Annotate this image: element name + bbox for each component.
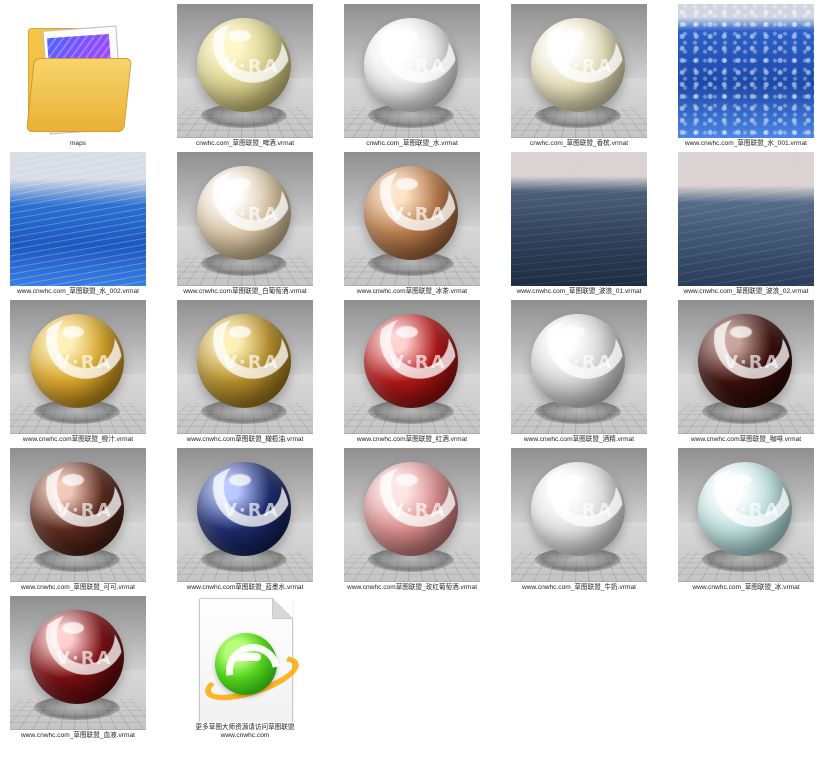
file-item-cocoa-vrmat[interactable]: V·RA www.cnwhc.com_草图联盟_可可.vrmat — [4, 444, 152, 592]
file-name: www.cnwhc.com草图联盟_橙汁.vrmat — [22, 436, 134, 443]
wave-thumbnail — [678, 152, 814, 286]
vray-logo-icon: V·RA — [390, 352, 447, 373]
file-name: www.cnwhc.com草图联盟_蓝墨水.vrmat — [186, 584, 304, 591]
vray-logo-icon: V·RA — [56, 352, 113, 373]
vray-logo-icon: V·RA — [390, 56, 447, 77]
file-name: www.cnwhc.com草图联盟_白葡萄酒.vrmat — [183, 288, 307, 295]
folder-thumbnail — [10, 4, 146, 138]
file-item-white-wine-vrmat[interactable]: V·RA www.cnwhc.com草图联盟_白葡萄酒.vrmat — [171, 148, 319, 296]
file-item-olive-oil-vrmat[interactable]: V·RA www.cnwhc.com草图联盟_橄榄油.vrmat — [171, 296, 319, 444]
vray-logo-icon: V·RA — [223, 352, 280, 373]
file-name: www.cnwhc.com_草图联盟_波浪_01.vrmat — [516, 288, 642, 295]
material-thumbnail: V·RA — [511, 300, 647, 434]
material-thumbnail: V·RA — [511, 4, 647, 138]
file-name: www.cnwhc.com_草图联盟_水_002.vrmat — [16, 288, 140, 295]
vray-logo-icon: V·RA — [56, 500, 113, 521]
file-item-web-link-doc[interactable]: 更多草图大师资源请访问草图联盟 www.cnwhc.com — [171, 592, 319, 740]
material-thumbnail: V·RA — [511, 448, 647, 582]
file-name: cnwhc.com_草图联盟_香槟.vrmat — [529, 140, 629, 147]
vray-logo-icon: V·RA — [557, 352, 614, 373]
file-item-milk-vrmat[interactable]: V·RA www.cnwhc.com_草图联盟_牛奶.vrmat — [505, 444, 653, 592]
file-name: www.cnwhc.com_草图联盟_波浪_02.vrmat — [683, 288, 809, 295]
file-item-iced-tea-vrmat[interactable]: V·RA www.cnwhc.com草图联盟_冰茶.vrmat — [338, 148, 486, 296]
file-item-blue-ink-vrmat[interactable]: V·RA www.cnwhc.com草图联盟_蓝墨水.vrmat — [171, 444, 319, 592]
file-name: www.cnwhc.com草图联盟_红酒.vrmat — [356, 436, 468, 443]
file-item-red-wine-vrmat[interactable]: V·RA www.cnwhc.com草图联盟_红酒.vrmat — [338, 296, 486, 444]
vray-logo-icon: V·RA — [557, 500, 614, 521]
file-item-maps-folder[interactable]: maps — [4, 0, 152, 148]
water-thumbnail — [10, 152, 146, 286]
material-thumbnail: V·RA — [177, 152, 313, 286]
material-thumbnail: V·RA — [344, 152, 480, 286]
vray-logo-icon: V·RA — [56, 648, 113, 669]
material-thumbnail: V·RA — [678, 300, 814, 434]
file-name: www.cnwhc.com草图联盟_冰茶.vrmat — [356, 288, 468, 295]
file-name: www.cnwhc.com_草图联盟_牛奶.vrmat — [522, 584, 636, 591]
vray-logo-icon: V·RA — [223, 500, 280, 521]
file-name: 更多草图大师资源请访问草图联盟 www.cnwhc.com — [195, 724, 295, 739]
vray-logo-icon: V·RA — [724, 500, 781, 521]
material-thumbnail: V·RA — [344, 4, 480, 138]
file-item-ice-vrmat[interactable]: V·RA www.cnwhc.com_草图联盟_冰.vrmat — [672, 444, 820, 592]
file-item-water-001-vrmat[interactable]: www.cnwhc.com_草图联盟_水_001.vrmat — [672, 0, 820, 148]
vray-logo-icon: V·RA — [223, 204, 280, 225]
file-grid: maps V·RA cnwhc.com_草图联盟_啤酒.vrmat V·RA c… — [0, 0, 830, 759]
file-name: www.cnwhc.com草图联盟_咖啡.vrmat — [690, 436, 802, 443]
vray-logo-icon: V·RA — [724, 352, 781, 373]
file-name: www.cnwhc.com草图联盟_酒精.vrmat — [523, 436, 635, 443]
file-item-wave-02-vrmat[interactable]: www.cnwhc.com_草图联盟_波浪_02.vrmat — [672, 148, 820, 296]
material-thumbnail: V·RA — [678, 448, 814, 582]
file-name: cnwhc.com_草图联盟_水.vrmat — [366, 140, 458, 147]
material-thumbnail: V·RA — [344, 300, 480, 434]
file-item-water-vrmat[interactable]: V·RA cnwhc.com_草图联盟_水.vrmat — [338, 0, 486, 148]
vray-logo-icon: V·RA — [390, 500, 447, 521]
file-item-champagne-vrmat[interactable]: V·RA cnwhc.com_草图联盟_香槟.vrmat — [505, 0, 653, 148]
material-thumbnail: V·RA — [10, 300, 146, 434]
material-thumbnail: V·RA — [10, 448, 146, 582]
file-item-orange-juice-vrmat[interactable]: V·RA www.cnwhc.com草图联盟_橙汁.vrmat — [4, 296, 152, 444]
file-name: www.cnwhc.com草图联盟_玫红葡萄酒.vrmat — [346, 584, 478, 591]
file-name: www.cnwhc.com_草图联盟_可可.vrmat — [21, 584, 135, 591]
file-name: maps — [69, 140, 87, 147]
material-thumbnail: V·RA — [344, 448, 480, 582]
file-item-beer-vrmat[interactable]: V·RA cnwhc.com_草图联盟_啤酒.vrmat — [171, 0, 319, 148]
document-thumbnail — [177, 596, 313, 722]
wave-thumbnail — [511, 152, 647, 286]
file-item-rose-wine-vrmat[interactable]: V·RA www.cnwhc.com草图联盟_玫红葡萄酒.vrmat — [338, 444, 486, 592]
vray-logo-icon: V·RA — [223, 56, 280, 77]
vray-logo-icon: V·RA — [557, 56, 614, 77]
material-thumbnail: V·RA — [10, 596, 146, 730]
file-item-water-002-vrmat[interactable]: www.cnwhc.com_草图联盟_水_002.vrmat — [4, 148, 152, 296]
file-item-blood-vrmat[interactable]: V·RA www.cnwhc.com_草图联盟_血液.vrmat — [4, 592, 152, 740]
material-thumbnail: V·RA — [177, 4, 313, 138]
file-name: www.cnwhc.com_草图联盟_冰.vrmat — [692, 584, 800, 591]
material-thumbnail: V·RA — [177, 300, 313, 434]
file-item-coffee-vrmat[interactable]: V·RA www.cnwhc.com草图联盟_咖啡.vrmat — [672, 296, 820, 444]
file-name: cnwhc.com_草图联盟_啤酒.vrmat — [195, 140, 295, 147]
water-thumbnail — [678, 4, 814, 138]
file-name: www.cnwhc.com_草图联盟_血液.vrmat — [21, 732, 135, 739]
file-item-alcohol-vrmat[interactable]: V·RA www.cnwhc.com草图联盟_酒精.vrmat — [505, 296, 653, 444]
vray-logo-icon: V·RA — [390, 204, 447, 225]
material-thumbnail: V·RA — [177, 448, 313, 582]
file-item-wave-01-vrmat[interactable]: www.cnwhc.com_草图联盟_波浪_01.vrmat — [505, 148, 653, 296]
browser-e-icon — [215, 633, 277, 695]
document-icon — [199, 598, 304, 722]
folder-icon — [26, 18, 132, 135]
file-name: www.cnwhc.com_草图联盟_水_001.vrmat — [684, 140, 808, 147]
file-name: www.cnwhc.com草图联盟_橄榄油.vrmat — [186, 436, 304, 443]
